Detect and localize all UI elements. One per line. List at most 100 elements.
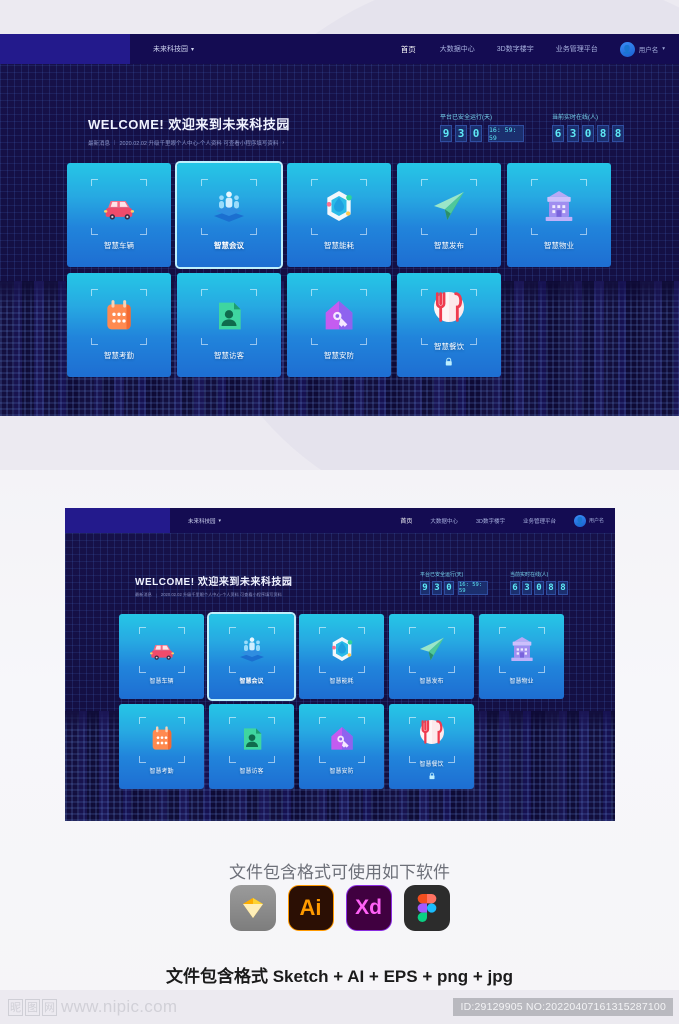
nipic-url: www.nipic.com <box>61 997 178 1016</box>
asset-id-badge: ID:29129905 NO:20220407161315287100 <box>453 998 673 1016</box>
uptime-digit: 3 <box>455 125 467 142</box>
nav-item-3dbuilding[interactable]: 3D数字楼宇 <box>497 44 534 54</box>
uptime-digit-small: 3 <box>432 581 442 595</box>
avatar: 👤 <box>619 41 635 57</box>
app-card-energy[interactable]: 智慧能耗 <box>287 163 391 267</box>
adobexd-icon: Xd <box>345 885 392 931</box>
nav-item-bigdata[interactable]: 大数据中心 <box>440 44 475 54</box>
news-text-small: 2020.02.02 升级千里眼个人中心-个人资料 可查看小程序填写资料 <box>160 592 282 597</box>
app-card-car[interactable]: 智慧车辆 <box>67 163 171 267</box>
nav-item-home[interactable]: 首页 <box>399 44 418 55</box>
user-menu[interactable]: 👤 用户名 ▾ <box>619 41 665 57</box>
software-icons: Ai Xd <box>0 885 679 931</box>
top-navbar: 未来科技园 ▾ 首页 大数据中心 3D数字楼宇 业务管理平台 👤 用户名 ▾ <box>0 34 679 64</box>
nav-item-business-label-small: 业务管理平台 <box>522 518 556 525</box>
energy-icon <box>319 186 359 226</box>
app-card-cutlery[interactable]: 智慧餐饮 <box>397 273 501 377</box>
app-card-label: 智慧安防 <box>324 350 354 360</box>
top-navbar-small: 未来科技园 ▾ 首页 大数据中心 3D数字楼宇 业务管理平台 👤 用户名 <box>65 508 615 533</box>
app-card-building[interactable]: 智慧物业 <box>507 163 611 267</box>
app-card-label: 智慧能耗 <box>324 240 354 250</box>
nav-item-home-label-small: 首页 <box>400 519 413 525</box>
app-card-house-key[interactable]: 智慧安防 <box>299 704 384 789</box>
app-card-energy[interactable]: 智慧能耗 <box>299 614 384 699</box>
house-key-icon <box>326 723 358 755</box>
nipic-char: 图 <box>25 998 40 1016</box>
nipic-watermark: 昵 图 网 www.nipic.com <box>8 997 177 1017</box>
app-card-meeting[interactable]: 智慧会议 <box>209 614 294 699</box>
counter-uptime-small: 平台已安全运行(天) 9 3 0 16: 59: 59 <box>420 571 488 595</box>
app-card-label: 智慧车辆 <box>104 240 134 250</box>
nav-item-business-small[interactable]: 业务管理平台 <box>523 517 556 525</box>
footer-bar: 昵 图 网 www.nipic.com ID:29129905 NO:20220… <box>0 990 679 1024</box>
brand-selector[interactable]: 未来科技园 ▾ <box>153 44 194 54</box>
app-card-label: 智慧发布 <box>434 240 464 250</box>
uptime-digit: 9 <box>440 125 452 142</box>
dashboard-preview-large: 未来科技园 ▾ 首页 大数据中心 3D数字楼宇 业务管理平台 👤 用户名 ▾ W… <box>0 34 679 416</box>
online-digit: 8 <box>612 125 624 142</box>
app-card-label: 智慧能耗 <box>329 678 354 685</box>
app-card-calendar[interactable]: 智慧考勤 <box>119 704 204 789</box>
nav-item-bigdata-label: 大数据中心 <box>439 46 475 53</box>
news-label: 最新消息 <box>88 141 111 147</box>
app-card-visitor-badge[interactable]: 智慧访客 <box>177 273 281 377</box>
hero-section: WELCOME! 欢迎来到未来科技园 最新消息 | 2020.02.02 升级千… <box>0 64 679 416</box>
app-card-label: 智慧餐饮 <box>419 761 444 768</box>
app-card-paperplane[interactable]: 智慧发布 <box>389 614 474 699</box>
page-root: 未来科技园 ▾ 首页 大数据中心 3D数字楼宇 业务管理平台 👤 用户名 ▾ W… <box>0 0 679 1024</box>
news-text: 2020.02.02 升级千里眼个人中心-个人资料 可查看小程序填写资料 <box>119 141 279 147</box>
nav-item-home-small[interactable]: 首页 <box>400 516 412 525</box>
app-card-label: 智慧发布 <box>419 678 444 685</box>
app-card-label: 智慧安防 <box>329 768 354 775</box>
brand-selector-small[interactable]: 未来科技园 ▾ <box>188 517 221 525</box>
user-name-label: 用户名 <box>638 47 659 54</box>
online-digit-small: 8 <box>546 581 556 595</box>
counter-uptime: 平台已安全运行(天) 9 3 0 16: 59: 59 <box>440 112 524 142</box>
app-card-meeting[interactable]: 智慧会议 <box>177 163 281 267</box>
visitor-badge-icon <box>236 723 268 755</box>
app-card-label: 智慧物业 <box>544 240 574 250</box>
cutlery-icon <box>429 287 469 327</box>
nav-item-3dbuilding-small[interactable]: 3D数字楼宇 <box>476 517 505 525</box>
app-card-calendar[interactable]: 智慧考勤 <box>67 273 171 377</box>
nipic-char: 昵 <box>8 998 23 1016</box>
app-card-label: 智慧考勤 <box>104 350 134 360</box>
app-card-label: 智慧访客 <box>214 350 244 360</box>
app-card-paperplane[interactable]: 智慧发布 <box>397 163 501 267</box>
counters-block-small: 平台已安全运行(天) 9 3 0 16: 59: 59 当前实时在线(人) 6 … <box>420 571 568 595</box>
nav-item-3dbuilding-label-small: 3D数字楼宇 <box>475 518 505 525</box>
nav-item-business[interactable]: 业务管理平台 <box>556 44 598 54</box>
app-card-grid: 智慧车辆 智慧会议 智慧能耗 智慧发布 智慧物业智慧考勤 智慧访客 智慧安防 智慧餐饮 <box>67 163 612 377</box>
welcome-title-small: WELCOME! 欢迎来到未来科技园 <box>135 577 293 588</box>
logo-placeholder-small <box>65 508 170 533</box>
paperplane-icon <box>416 633 448 665</box>
news-line-small[interactable]: 最新消息 | 2020.02.02 升级千里眼个人中心-个人资料 可查看小程序填… <box>135 592 292 598</box>
uptime-digit-small: 0 <box>444 581 454 595</box>
online-digit: 8 <box>597 125 609 142</box>
hero-section-small: WELCOME! 欢迎来到未来科技园 最新消息 | 2020.02.02 升级千… <box>65 533 615 821</box>
news-line[interactable]: 最新消息 | 2020.02.02 升级千里眼个人中心-个人资料 可查看小程序填… <box>88 139 290 147</box>
uptime-clock-small: 16: 59: 59 <box>458 581 488 595</box>
app-card-visitor-badge[interactable]: 智慧访客 <box>209 704 294 789</box>
news-arrow-icon: › <box>282 140 285 146</box>
online-digit: 6 <box>552 125 564 142</box>
brand-label: 未来科技园 <box>153 46 188 53</box>
nav-item-bigdata-small[interactable]: 大数据中心 <box>430 517 458 525</box>
app-card-building[interactable]: 智慧物业 <box>479 614 564 699</box>
sketch-icon <box>229 885 276 931</box>
dashboard-preview-small: 未来科技园 ▾ 首页 大数据中心 3D数字楼宇 业务管理平台 👤 用户名 WEL… <box>65 508 615 821</box>
illustrator-icon: Ai <box>287 885 334 931</box>
app-card-house-key[interactable]: 智慧安防 <box>287 273 391 377</box>
user-name-label-small: 用户名 <box>588 518 604 524</box>
adobexd-label: Xd <box>355 896 382 919</box>
app-card-cutlery[interactable]: 智慧餐饮 <box>389 704 474 789</box>
app-card-car[interactable]: 智慧车辆 <box>119 614 204 699</box>
news-label-small: 最新消息 <box>135 592 152 597</box>
online-digit: 0 <box>582 125 594 142</box>
online-digit-small: 8 <box>558 581 568 595</box>
app-card-label: 智慧餐饮 <box>434 342 464 352</box>
nipic-char: 网 <box>42 998 57 1016</box>
user-menu-small[interactable]: 👤 用户名 <box>573 514 604 527</box>
counter-uptime-label: 平台已安全运行(天) <box>440 115 492 121</box>
online-digit-small: 0 <box>534 581 544 595</box>
